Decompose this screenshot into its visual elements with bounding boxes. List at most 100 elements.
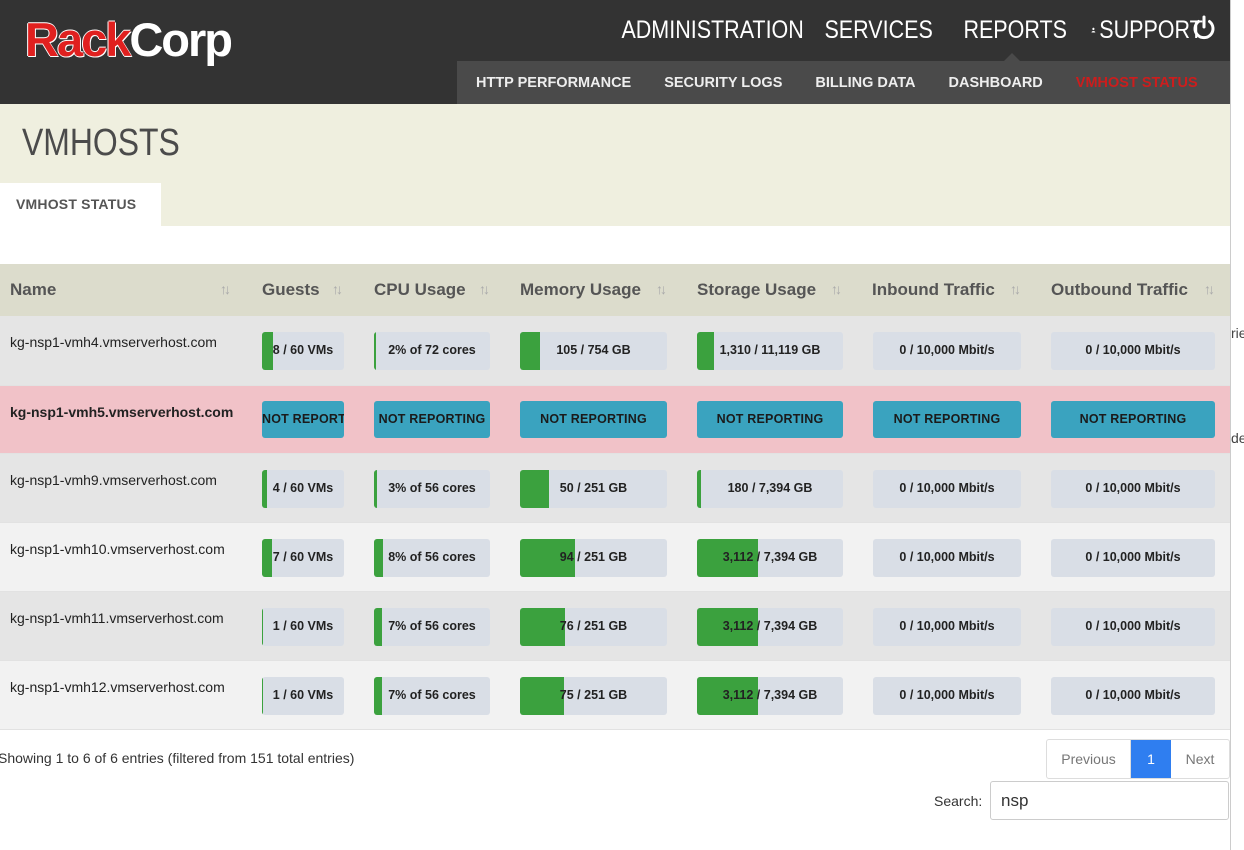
inbound-usage-bar[interactable]: 0 / 10,000 Mbit/s (873, 332, 1021, 370)
col-cpu-label: CPU Usage (374, 280, 466, 299)
memory-not-reporting-badge[interactable]: NOT REPORTING (520, 401, 667, 438)
storage-usage-text: 180 / 7,394 GB (727, 481, 813, 495)
vmhost-name[interactable]: kg-nsp1-vmh11.vmserverhost.com (10, 610, 224, 626)
cpu-usage-bar[interactable]: 8% of 56 cores (374, 539, 490, 577)
cpu-usage-text: 7% of 56 cores (388, 688, 476, 702)
storage-usage-bar[interactable]: 3,112 / 7,394 GB (697, 677, 843, 715)
user-icon (1091, 27, 1096, 33)
rackcorp-logo[interactable]: RackCorp (25, 12, 233, 68)
memory-usage-bar[interactable]: 75 / 251 GB (520, 677, 667, 715)
guests-usage-bar[interactable]: 4 / 60 VMs (262, 470, 344, 508)
inbound-usage-text: NOT REPORTING (893, 412, 1001, 426)
col-cpu-usage[interactable]: CPU Usage ↑↓ (374, 264, 499, 316)
table-row: kg-nsp1-vmh9.vmserverhost.com 4 / 60 VMs 3… (0, 454, 1230, 523)
logo-part-rack: Rack (25, 13, 131, 66)
memory-usage-bar[interactable]: 76 / 251 GB (520, 608, 667, 646)
storage-usage-text: NOT REPORTING (716, 412, 824, 426)
inbound-not-reporting-badge[interactable]: NOT REPORTING (873, 401, 1021, 438)
outbound-usage-bar[interactable]: 0 / 10,000 Mbit/s (1051, 539, 1215, 577)
nav-reports[interactable]: REPORTS (960, 16, 1067, 45)
vmhost-name[interactable]: kg-nsp1-vmh12.vmserverhost.com (10, 679, 225, 695)
col-outbound-traffic[interactable]: Outbound Traffic ↑↓ (1051, 264, 1226, 316)
storage-not-reporting-badge[interactable]: NOT REPORTING (697, 401, 843, 438)
outbound-usage-bar[interactable]: 0 / 10,000 Mbit/s (1051, 470, 1215, 508)
tab-vmhost-status[interactable]: VMHOST STATUS (0, 183, 161, 226)
col-storage-usage[interactable]: Storage Usage ↑↓ (697, 264, 852, 316)
sort-icon[interactable]: ↑↓ (656, 281, 667, 297)
vmhost-name[interactable]: kg-nsp1-vmh4.vmserverhost.com (10, 334, 217, 350)
vmhost-name[interactable]: kg-nsp1-vmh5.vmserverhost.com (10, 404, 233, 420)
col-storage-label: Storage Usage (697, 280, 817, 299)
storage-usage-bar[interactable]: 180 / 7,394 GB (697, 470, 843, 508)
next-page-button[interactable]: Next (1171, 740, 1229, 778)
memory-usage-text: 50 / 251 GB (559, 481, 628, 495)
storage-usage-bar[interactable]: 1,310 / 11,119 GB (697, 332, 843, 370)
nav-services-label: SERVICES (824, 15, 933, 44)
search-input[interactable] (990, 781, 1229, 820)
col-name[interactable]: Name ↑↓ (10, 264, 240, 316)
cpu-not-reporting-badge[interactable]: NOT REPORTING (374, 401, 490, 438)
inbound-usage-text: 0 / 10,000 Mbit/s (899, 688, 995, 702)
guests-usage-text: 4 / 60 VMs (272, 481, 334, 495)
sort-icon[interactable]: ↑↓ (332, 281, 343, 297)
nav-administration[interactable]: ADMINISTRATION (618, 16, 803, 45)
sort-icon[interactable]: ↑↓ (220, 281, 231, 297)
cpu-usage-text: 8% of 56 cores (388, 550, 476, 564)
vmhost-name[interactable]: kg-nsp1-vmh10.vmserverhost.com (10, 541, 225, 557)
nav-services[interactable]: SERVICES (821, 15, 933, 45)
top-bar: RackCorp ADMINISTRATION SERVICES REPORTS… (0, 0, 1230, 104)
storage-usage-bar[interactable]: 3,112 / 7,394 GB (697, 539, 843, 577)
nav-support[interactable]: SUPPORT (1091, 16, 1203, 45)
outbound-usage-bar[interactable]: 0 / 10,000 Mbit/s (1051, 608, 1215, 646)
page-1-button[interactable]: 1 (1131, 740, 1171, 778)
inbound-usage-bar[interactable]: 0 / 10,000 Mbit/s (873, 608, 1021, 646)
inbound-usage-text: 0 / 10,000 Mbit/s (899, 343, 995, 357)
cpu-usage-text: 7% of 56 cores (388, 619, 476, 633)
inbound-usage-bar[interactable]: 0 / 10,000 Mbit/s (873, 677, 1021, 715)
cpu-usage-bar[interactable]: 7% of 56 cores (374, 608, 490, 646)
page-header: VMHOSTS VMHOST STATUS (0, 104, 1230, 226)
guests-usage-bar[interactable]: 1 / 60 VMs (262, 608, 344, 646)
table-row: kg-nsp1-vmh4.vmserverhost.com 8 / 60 VMs 2… (0, 316, 1230, 386)
subnav-billing-data[interactable]: BILLING DATA (815, 75, 915, 91)
sort-icon[interactable]: ↑↓ (831, 281, 842, 297)
vmhost-name[interactable]: kg-nsp1-vmh9.vmserverhost.com (10, 472, 217, 488)
col-guests[interactable]: Guests ↑↓ (262, 264, 352, 316)
col-inbound-label: Inbound Traffic (872, 280, 995, 299)
subnav-dashboard[interactable]: DASHBOARD (949, 75, 1043, 91)
guests-not-reporting-badge[interactable]: NOT REPORTING (262, 401, 344, 438)
sort-icon[interactable]: ↑↓ (479, 281, 490, 297)
table-row: kg-nsp1-vmh11.vmserverhost.com 1 / 60 VMs… (0, 592, 1230, 661)
inbound-usage-bar[interactable]: 0 / 10,000 Mbit/s (873, 470, 1021, 508)
right-edge-panel: rie de (1230, 0, 1244, 850)
guests-usage-bar[interactable]: 7 / 60 VMs (262, 539, 344, 577)
tab-label: VMHOST STATUS (16, 196, 137, 212)
power-icon[interactable] (1190, 14, 1218, 42)
subnav-http-performance[interactable]: HTTP PERFORMANCE (476, 75, 631, 91)
guests-usage-bar[interactable]: 1 / 60 VMs (262, 677, 344, 715)
outbound-not-reporting-badge[interactable]: NOT REPORTING (1051, 401, 1215, 438)
cpu-usage-bar[interactable]: 3% of 56 cores (374, 470, 490, 508)
cpu-usage-bar[interactable]: 2% of 72 cores (374, 332, 490, 370)
col-memory-usage[interactable]: Memory Usage ↑↓ (520, 264, 675, 316)
outbound-usage-bar[interactable]: 0 / 10,000 Mbit/s (1051, 332, 1215, 370)
storage-usage-bar[interactable]: 3,112 / 7,394 GB (697, 608, 843, 646)
outbound-usage-bar[interactable]: 0 / 10,000 Mbit/s (1051, 677, 1215, 715)
app-window: RackCorp ADMINISTRATION SERVICES REPORTS… (0, 0, 1230, 850)
subnav-security-logs[interactable]: SECURITY LOGS (664, 75, 782, 91)
table-row: kg-nsp1-vmh12.vmserverhost.com 1 / 60 VMs… (0, 661, 1230, 730)
col-memory-label: Memory Usage (520, 280, 641, 299)
memory-usage-bar[interactable]: 105 / 754 GB (520, 332, 667, 370)
memory-usage-bar[interactable]: 94 / 251 GB (520, 539, 667, 577)
subnav-vmhost-status[interactable]: VMHOST STATUS (1076, 75, 1198, 91)
sort-icon[interactable]: ↑↓ (1204, 281, 1215, 297)
cpu-usage-bar[interactable]: 7% of 56 cores (374, 677, 490, 715)
sort-icon[interactable]: ↑↓ (1010, 281, 1021, 297)
col-inbound-traffic[interactable]: Inbound Traffic ↑↓ (872, 264, 1032, 316)
outbound-usage-text: 0 / 10,000 Mbit/s (1085, 550, 1181, 564)
guests-usage-bar[interactable]: 8 / 60 VMs (262, 332, 344, 370)
inbound-usage-bar[interactable]: 0 / 10,000 Mbit/s (873, 539, 1021, 577)
memory-usage-bar[interactable]: 50 / 251 GB (520, 470, 667, 508)
cpu-usage-text: 3% of 56 cores (388, 481, 476, 495)
previous-page-button[interactable]: Previous (1047, 740, 1131, 778)
